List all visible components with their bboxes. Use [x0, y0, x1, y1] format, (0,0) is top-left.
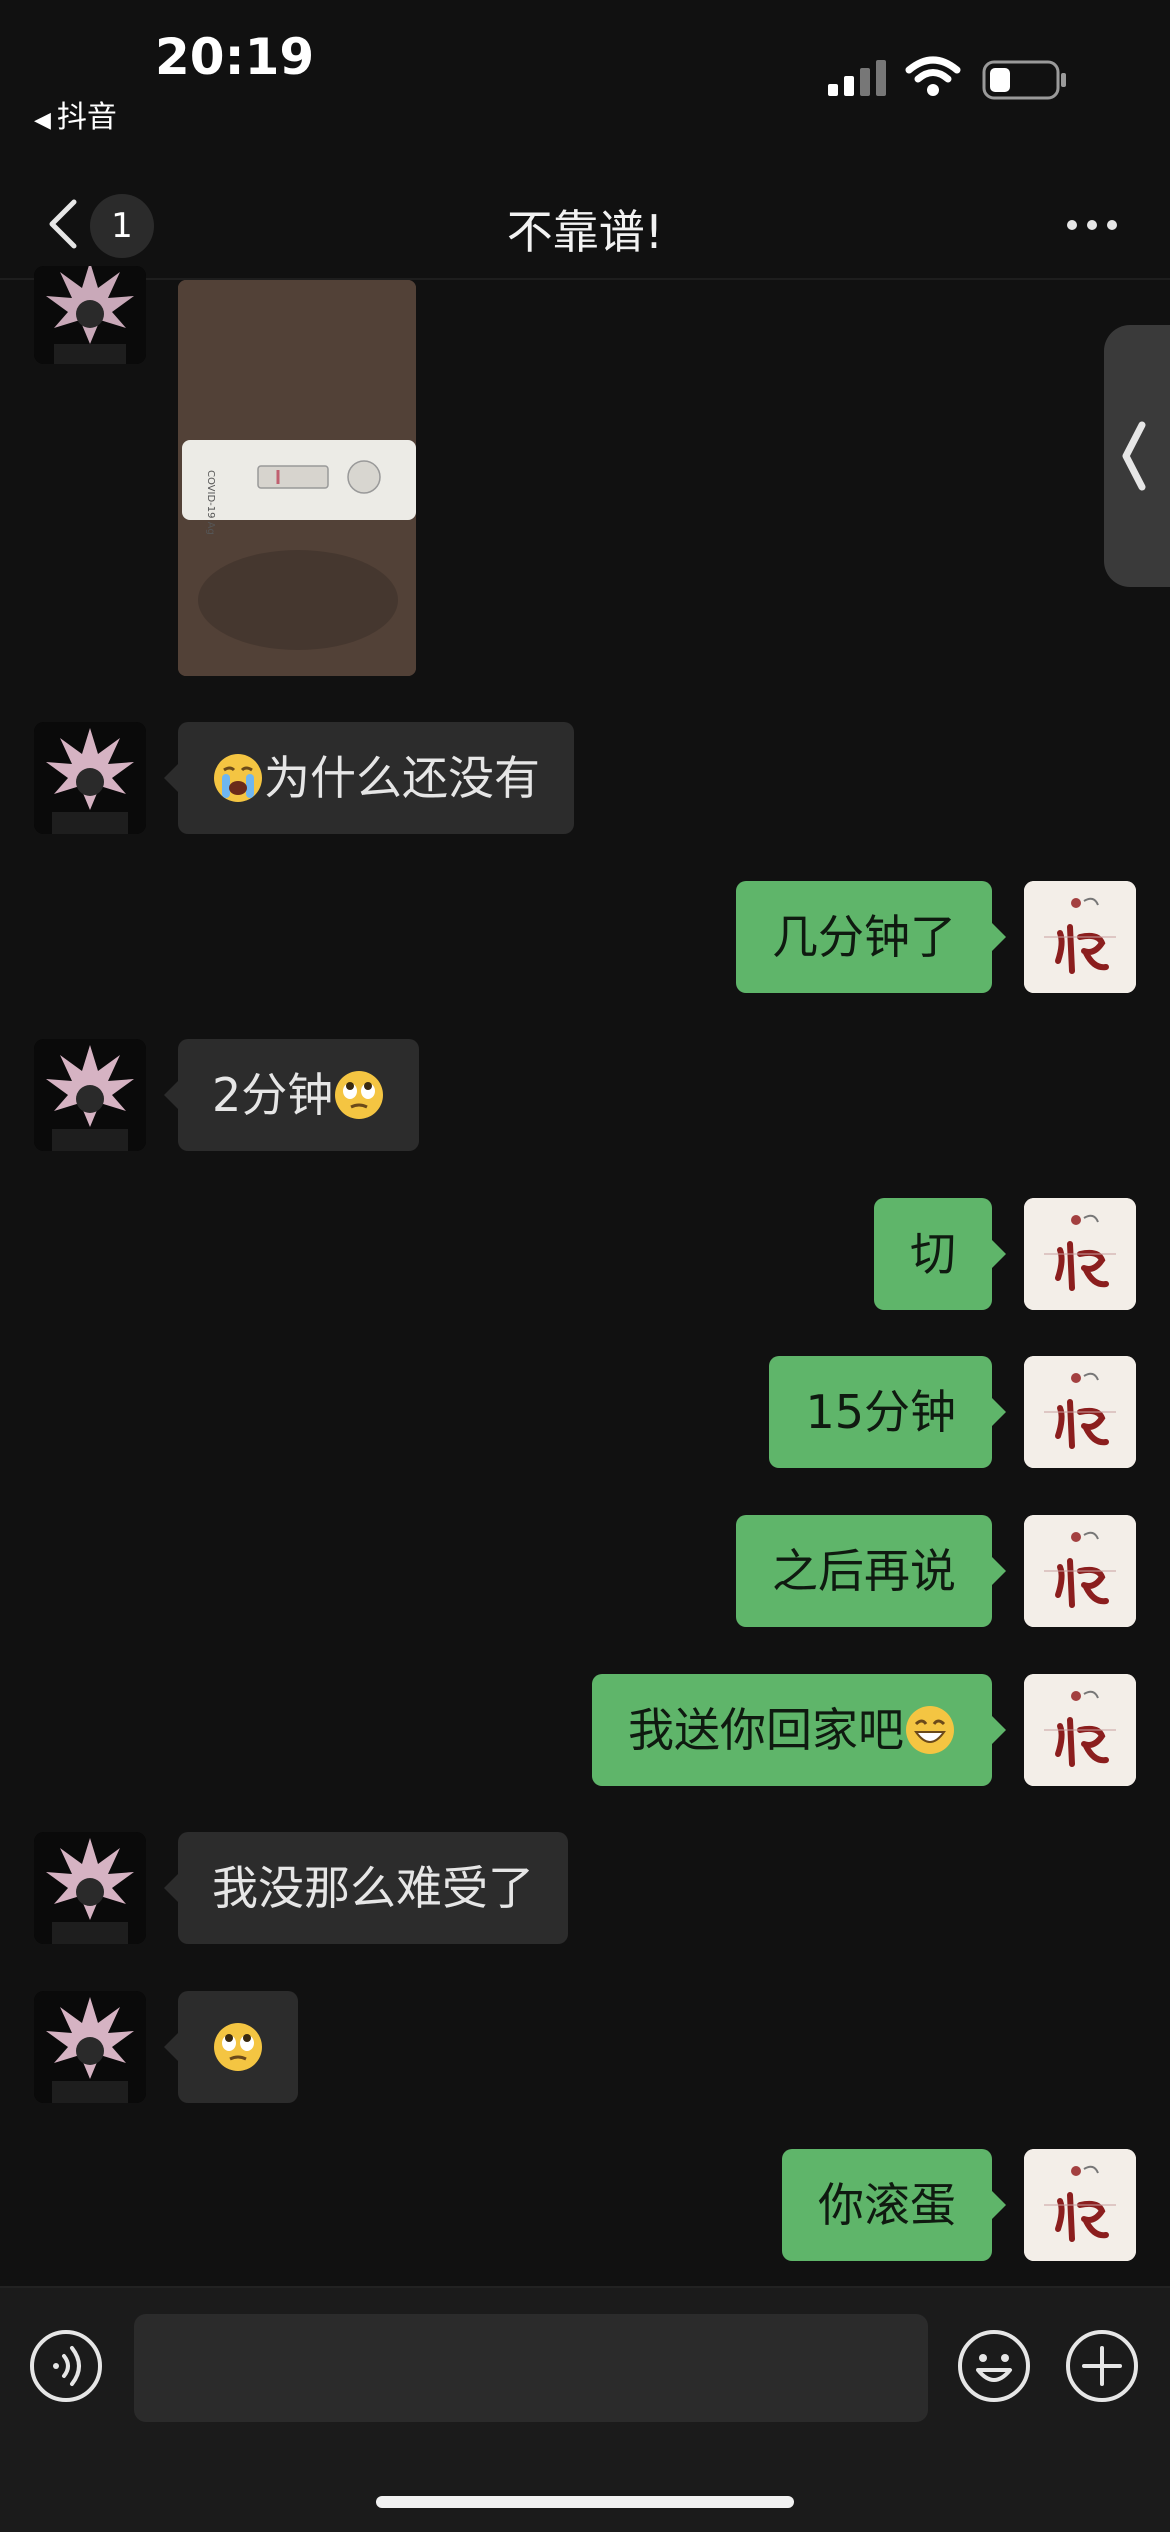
message-bubble[interactable]: 你滚蛋 [782, 2149, 1006, 2261]
user-avatar[interactable] [1024, 1515, 1136, 1627]
message-bubble[interactable]: 2分钟 [163, 1039, 420, 1151]
message-text: 2分钟 [212, 1068, 334, 1122]
floating-side-handle[interactable] [1104, 325, 1170, 587]
message-bubble[interactable]: 几分钟了 [736, 881, 1006, 993]
grin-face-icon [906, 1706, 954, 1754]
status-time: 20:19 [155, 28, 315, 86]
crying-face-icon [214, 754, 262, 802]
user-avatar[interactable] [1024, 1674, 1136, 1786]
anime-avatar-icon [34, 1832, 146, 1944]
home-indicator[interactable] [376, 2496, 794, 2508]
signal-icon [828, 60, 886, 96]
message-text: 你滚蛋 [818, 2178, 956, 2232]
svg-text:COVID-19 Ag: COVID-19 Ag [205, 470, 216, 535]
friend-avatar[interactable] [34, 1991, 146, 2103]
message-input[interactable] [134, 2314, 928, 2422]
user-avatar[interactable] [1024, 2149, 1136, 2261]
user-avatar[interactable] [1024, 1198, 1136, 1310]
message-text: 切 [910, 1227, 956, 1281]
message-bubble[interactable]: 我没那么难受了 [164, 1832, 568, 1944]
friend-avatar[interactable] [34, 1832, 146, 1944]
message-text: 为什么还没有 [264, 751, 540, 805]
battery-icon [982, 60, 1066, 100]
emoji-icon[interactable] [956, 2328, 1032, 2404]
wifi-icon [905, 56, 961, 96]
eye-roll-face-icon [335, 1071, 384, 1119]
message-text: 之后再说 [772, 1544, 956, 1598]
message-bubble[interactable] [164, 1991, 298, 2103]
message-text: 15分钟 [805, 1385, 956, 1439]
calligraphy-avatar-icon [1024, 1356, 1136, 1468]
calligraphy-avatar-icon [1024, 2149, 1136, 2261]
anime-avatar-icon [34, 1039, 146, 1151]
message-text: 我送你回家吧 [628, 1703, 904, 1757]
calligraphy-avatar-icon [1024, 1515, 1136, 1627]
message-bubble[interactable]: 为什么还没有 [164, 722, 574, 834]
nav-bar: 1 不靠谱! [0, 170, 1170, 280]
friend-avatar[interactable] [34, 1039, 146, 1151]
anime-avatar-icon [34, 266, 146, 364]
message-bubble[interactable]: 我送你回家吧 [592, 1674, 1006, 1786]
user-avatar[interactable] [1024, 1356, 1136, 1468]
chat-title: 不靠谱! [506, 205, 664, 259]
calligraphy-avatar-icon [1024, 1674, 1136, 1786]
message-text: 几分钟了 [772, 910, 956, 964]
eye-roll-face-icon [214, 2023, 262, 2071]
friend-avatar[interactable] [34, 722, 146, 834]
test-strip-photo[interactable]: COVID-19 Ag [178, 280, 416, 676]
calligraphy-avatar-icon [1024, 881, 1136, 993]
back-app-label: 抖音 [56, 100, 117, 135]
chevron-left-icon [1122, 421, 1146, 491]
voice-icon[interactable] [28, 2328, 104, 2404]
photo-image: COVID-19 Ag [178, 280, 416, 676]
message-bubble[interactable]: 切 [874, 1198, 1006, 1310]
plus-icon[interactable] [1064, 2328, 1140, 2404]
calligraphy-avatar-icon [1024, 1198, 1136, 1310]
message-text: 我没那么难受了 [212, 1861, 534, 1915]
message-bubble[interactable]: 15分钟 [769, 1356, 1006, 1468]
chat-screen: 20:19 ◀ 抖音 1 不靠谱! COVID-19 Ag 为什么还没有 几分钟… [0, 0, 1170, 2532]
friend-avatar[interactable] [34, 266, 146, 364]
anime-avatar-icon [34, 1991, 146, 2103]
back-to-app[interactable]: ◀ 抖音 [34, 92, 117, 136]
more-icon[interactable] [1062, 200, 1122, 250]
message-bubble[interactable]: 之后再说 [736, 1515, 1006, 1627]
back-triangle-icon: ◀ [34, 108, 51, 133]
user-avatar[interactable] [1024, 881, 1136, 993]
anime-avatar-icon [34, 722, 146, 834]
